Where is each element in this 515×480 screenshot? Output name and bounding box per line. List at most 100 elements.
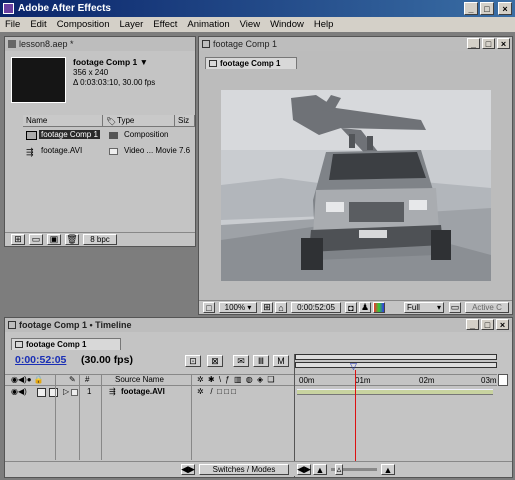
- movie-file-icon: ⇶: [26, 147, 34, 157]
- interpret-footage-icon[interactable]: ⊞: [11, 234, 25, 245]
- minimize-button[interactable]: _: [464, 2, 478, 15]
- divider: [55, 374, 56, 460]
- zoom-in-icon[interactable]: ▲: [381, 464, 395, 475]
- region-icon[interactable]: □: [203, 302, 215, 313]
- grid-icon[interactable]: ⊞: [261, 302, 273, 313]
- layer-source-name[interactable]: footage.AVI: [121, 387, 165, 396]
- current-time-display[interactable]: 0:00:52:05: [15, 354, 66, 366]
- comp-thumbnail: [11, 57, 66, 103]
- column-type-header[interactable]: 🏷 Type: [103, 115, 175, 127]
- timeline-close-button[interactable]: ×: [496, 319, 509, 330]
- ruler-tick-3: 03m: [481, 376, 497, 385]
- comp-marker-icon[interactable]: [498, 374, 508, 386]
- timeline-icon: [8, 321, 16, 329]
- work-area-bar[interactable]: [295, 354, 497, 360]
- comp-dimensions: 356 x 240: [73, 68, 109, 77]
- comp-minimize-button[interactable]: _: [467, 38, 480, 49]
- app-title-bar: Adobe After Effects: [0, 0, 515, 17]
- composition-icon: [15, 341, 23, 348]
- item-size: 7.6: [179, 146, 191, 155]
- expand-triangle-icon[interactable]: ▷: [63, 387, 69, 396]
- fps-display: (30.00 fps): [81, 354, 133, 366]
- frame-blend-icon[interactable]: Ⅲ: [253, 355, 269, 367]
- layer-row[interactable]: ◉◀) ▷ 1 ⇶ footage.AVI ✲ / □ □ □: [5, 387, 509, 398]
- layer-duration-bar[interactable]: [297, 389, 493, 395]
- snapshot-icon[interactable]: ◘: [345, 302, 357, 313]
- close-button[interactable]: ×: [498, 2, 512, 15]
- comp-flowchart-icon[interactable]: ⊡: [185, 355, 201, 367]
- lock-checkbox[interactable]: [49, 388, 58, 397]
- resolution-dropdown[interactable]: Full ▾: [404, 302, 444, 313]
- zoom-dropdown[interactable]: 100% ▾: [219, 302, 257, 313]
- movie-file-icon: ⇶: [109, 387, 116, 396]
- menu-edit[interactable]: Edit: [25, 19, 51, 30]
- menu-help[interactable]: Help: [309, 19, 339, 30]
- new-folder-icon[interactable]: ▭: [29, 234, 43, 245]
- menu-layer[interactable]: Layer: [115, 19, 149, 30]
- label-chip[interactable]: [71, 389, 78, 396]
- label-icon: 🏷: [106, 117, 117, 126]
- menu-effect[interactable]: Effect: [148, 19, 182, 30]
- menu-animation[interactable]: Animation: [182, 19, 234, 30]
- timeline-minimize-button[interactable]: _: [466, 319, 479, 330]
- safe-zones-icon[interactable]: ⌂: [275, 302, 287, 313]
- project-panel-title-bar: lesson8.aep *: [5, 37, 195, 51]
- divider: [191, 374, 192, 460]
- column-size-header[interactable]: Siz: [175, 115, 195, 127]
- render-icon[interactable]: ⊠: [207, 355, 223, 367]
- maximize-button[interactable]: □: [480, 2, 494, 15]
- item-name-selected: footage Comp 1: [39, 130, 100, 139]
- composition-icon: [209, 60, 217, 67]
- layer-switches[interactable]: ✲ / □ □ □: [197, 387, 236, 396]
- comp-maximize-button[interactable]: □: [482, 38, 495, 49]
- menu-window[interactable]: Window: [265, 19, 309, 30]
- show-snapshot-icon[interactable]: ♟: [359, 302, 371, 313]
- tab-timeline-comp[interactable]: footage Comp 1: [11, 338, 121, 350]
- comp-viewer-image: [221, 90, 491, 281]
- list-item-footage[interactable]: ⇶ footage.AVI Video ... Movie 7.6: [6, 146, 194, 158]
- item-type: Video ... Movie: [124, 146, 177, 155]
- zoom-bar[interactable]: [295, 362, 497, 368]
- av-features-icons: ◉◀)● 🔒: [11, 375, 44, 384]
- label-color-chip: [109, 132, 118, 139]
- draft-3d-icon[interactable]: M: [273, 355, 289, 367]
- menu-file[interactable]: File: [0, 19, 25, 30]
- motion-blur-icon[interactable]: ✉: [233, 355, 249, 367]
- channel-icon[interactable]: [373, 302, 385, 313]
- list-item-comp[interactable]: footage Comp 1 Composition: [6, 130, 194, 142]
- composition-icon: [202, 40, 210, 48]
- time-navigator-icon[interactable]: ◀▶: [297, 464, 311, 475]
- dropdown-arrow-icon[interactable]: ▼: [140, 57, 148, 67]
- divider: [294, 354, 295, 478]
- timeline-maximize-button[interactable]: □: [481, 319, 494, 330]
- chevron-down-icon: ▾: [436, 303, 441, 312]
- project-title: lesson8.aep *: [19, 39, 74, 49]
- menu-composition[interactable]: Composition: [52, 19, 115, 30]
- ruler-tick-1: 01m: [355, 376, 371, 385]
- expand-panel-icon[interactable]: ◀▶: [181, 464, 195, 475]
- zoom-out-icon[interactable]: ▲: [313, 464, 327, 475]
- column-source-name-header[interactable]: Source Name: [115, 375, 164, 384]
- comp-window-title-bar: footage Comp 1: [199, 37, 512, 51]
- bpc-button[interactable]: 8 bpc: [83, 234, 117, 245]
- video-toggle-icon[interactable]: ◉◀): [11, 387, 27, 396]
- timeline-column-headers: ◉◀)● 🔒 ✎ # Source Name ✲ ✱ \ ƒ ▥ ◍ ◈ ❑: [5, 374, 295, 386]
- column-number-header: #: [85, 375, 90, 384]
- menu-view[interactable]: View: [235, 19, 265, 30]
- new-comp-icon[interactable]: ▣: [47, 234, 61, 245]
- project-list: footage Comp 1 Composition ⇶ footage.AVI…: [6, 128, 194, 228]
- comp-close-button[interactable]: ×: [497, 38, 510, 49]
- switches-modes-toggle[interactable]: Switches / Modes: [199, 464, 289, 475]
- column-name-header[interactable]: Name: [23, 115, 103, 127]
- comp-window-title: footage Comp 1: [213, 39, 278, 49]
- tab-comp-viewer[interactable]: footage Comp 1: [205, 57, 297, 69]
- view-dropdown[interactable]: Active C: [465, 302, 509, 313]
- trash-icon[interactable]: 🗑: [65, 234, 79, 245]
- item-name: footage.AVI: [41, 146, 83, 155]
- time-ruler[interactable]: 00m 01m 02m 03m: [295, 374, 497, 386]
- divider: [101, 374, 102, 460]
- roi-icon[interactable]: ▭: [449, 302, 461, 313]
- zoom-slider-thumb[interactable]: ▵: [335, 464, 343, 475]
- timecode-display[interactable]: 0:00:52:05: [291, 302, 341, 313]
- solo-checkbox[interactable]: [37, 388, 46, 397]
